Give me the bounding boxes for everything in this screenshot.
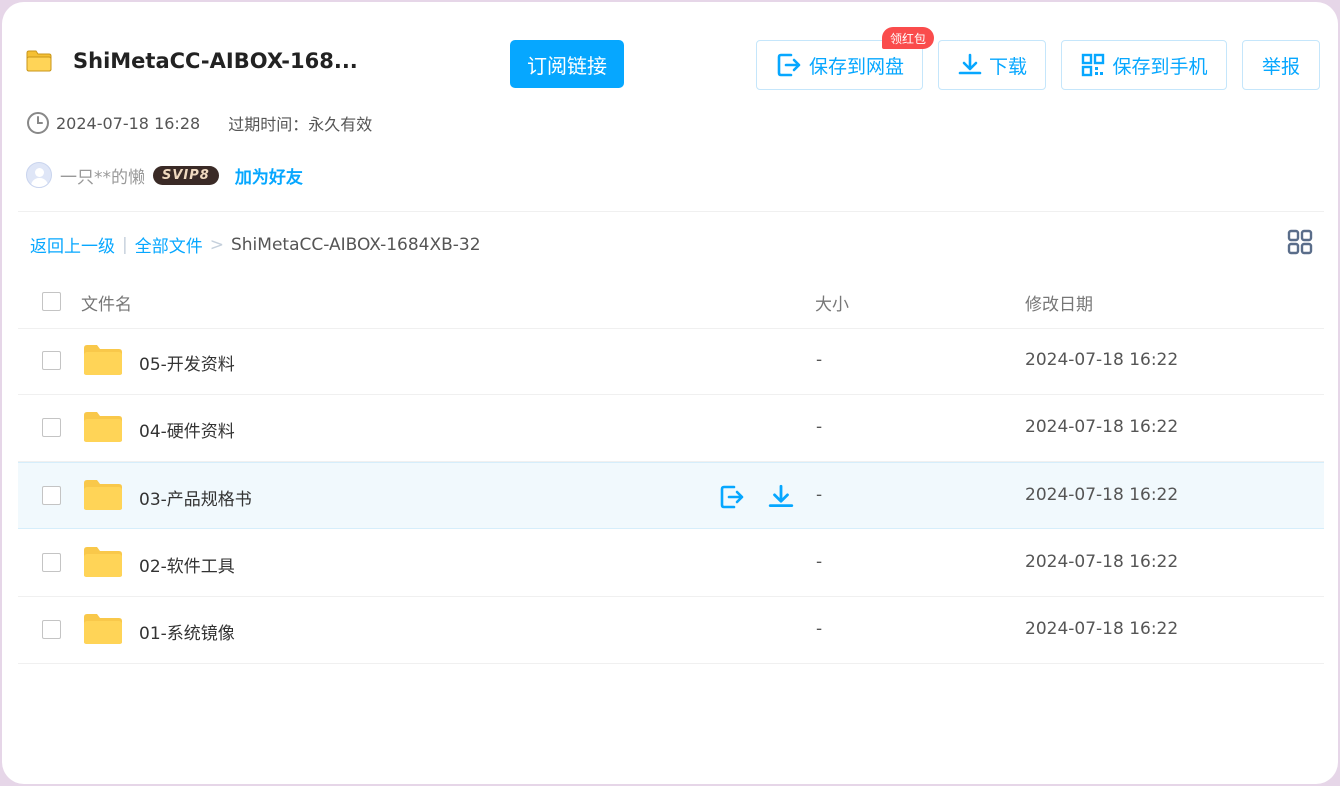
- row-checkbox[interactable]: [42, 620, 61, 639]
- table-header: 文件名 大小 修改日期: [18, 274, 1324, 329]
- folder-icon: [84, 412, 122, 442]
- share-meta: 2024-07-18 16:28 过期时间：永久有效: [26, 111, 372, 135]
- folder-icon: [84, 614, 122, 644]
- report-button[interactable]: 举报: [1242, 40, 1320, 90]
- file-date: 2024-07-18 16:22: [1025, 552, 1179, 572]
- column-date[interactable]: 修改日期: [1025, 290, 1093, 315]
- file-date: 2024-07-18 16:22: [1025, 417, 1179, 437]
- sharer-info: 一只**的懒 SVIP8 加为好友: [26, 162, 303, 188]
- file-date: 2024-07-18 16:22: [1025, 350, 1179, 370]
- row-checkbox[interactable]: [42, 351, 61, 370]
- file-name[interactable]: 03-产品规格书: [139, 485, 252, 510]
- file-size: -: [816, 552, 823, 572]
- report-label: 举报: [1261, 55, 1300, 78]
- save-to-phone-label: 保存到手机: [1112, 55, 1208, 78]
- folder-icon: [84, 345, 122, 375]
- share-page-card: ShiMetaCC-AIBOX-168... 订阅链接 保存到网盘 领红包 下载…: [2, 2, 1338, 784]
- add-friend-link[interactable]: 加为好友: [235, 163, 303, 188]
- row-checkbox[interactable]: [42, 486, 61, 505]
- file-date: 2024-07-18 16:22: [1025, 619, 1179, 639]
- breadcrumb: 返回上一级 | 全部文件 > ShiMetaCC-AIBOX-1684XB-32: [30, 232, 481, 258]
- row-checkbox[interactable]: [42, 418, 61, 437]
- table-row[interactable]: 02-软件工具 - 2024-07-18 16:22: [18, 530, 1324, 597]
- file-name[interactable]: 05-开发资料: [139, 350, 235, 375]
- grid-view-icon[interactable]: [1287, 229, 1313, 255]
- folder-icon: [84, 480, 122, 510]
- folder-icon: [26, 50, 52, 72]
- breadcrumb-current: ShiMetaCC-AIBOX-1684XB-32: [230, 234, 481, 255]
- breadcrumb-arrow: >: [209, 234, 224, 255]
- file-size: -: [816, 417, 823, 437]
- divider: [18, 211, 1324, 212]
- row-save-to-disk-icon[interactable]: [718, 483, 746, 511]
- share-title: ShiMetaCC-AIBOX-168...: [73, 49, 358, 73]
- row-checkbox[interactable]: [42, 553, 61, 572]
- download-icon: [958, 53, 982, 75]
- clock-icon: [27, 112, 49, 134]
- file-size: -: [816, 619, 823, 639]
- table-row[interactable]: 01-系统镜像 - 2024-07-18 16:22: [18, 597, 1324, 664]
- red-packet-badge[interactable]: 领红包: [882, 27, 934, 49]
- save-to-disk-icon: [777, 53, 801, 77]
- column-name[interactable]: 文件名: [81, 290, 132, 315]
- sharer-name: 一只**的懒: [60, 167, 145, 188]
- created-time: 2024-07-18 16:28: [56, 113, 201, 133]
- file-size: -: [816, 485, 823, 505]
- file-name[interactable]: 01-系统镜像: [139, 619, 235, 644]
- table-row[interactable]: 04-硬件资料 - 2024-07-18 16:22: [18, 395, 1324, 462]
- download-button[interactable]: 下载: [938, 40, 1046, 90]
- expire-text: 过期时间：永久有效: [228, 115, 373, 134]
- column-size[interactable]: 大小: [815, 290, 849, 315]
- subscribe-link-button[interactable]: 订阅链接: [510, 40, 624, 88]
- save-to-disk-label: 保存到网盘: [808, 55, 904, 78]
- row-download-icon[interactable]: [767, 483, 795, 511]
- vip-badge: SVIP8: [153, 165, 219, 185]
- qr-phone-icon: [1082, 53, 1105, 77]
- avatar[interactable]: [26, 162, 52, 188]
- file-name[interactable]: 02-软件工具: [139, 552, 235, 577]
- file-date: 2024-07-18 16:22: [1025, 485, 1179, 505]
- file-size: -: [816, 350, 823, 370]
- table-row[interactable]: 03-产品规格书 - 2024-07-18 16:22: [18, 462, 1324, 529]
- breadcrumb-separator: |: [122, 234, 128, 255]
- folder-icon: [84, 547, 122, 577]
- select-all-checkbox[interactable]: [42, 292, 61, 311]
- table-row[interactable]: 05-开发资料 - 2024-07-18 16:22: [18, 328, 1324, 395]
- breadcrumb-back[interactable]: 返回上一级: [30, 232, 115, 257]
- file-name[interactable]: 04-硬件资料: [139, 417, 235, 442]
- breadcrumb-all-files[interactable]: 全部文件: [135, 232, 203, 257]
- download-label: 下载: [988, 55, 1027, 78]
- save-to-phone-button[interactable]: 保存到手机: [1061, 40, 1227, 90]
